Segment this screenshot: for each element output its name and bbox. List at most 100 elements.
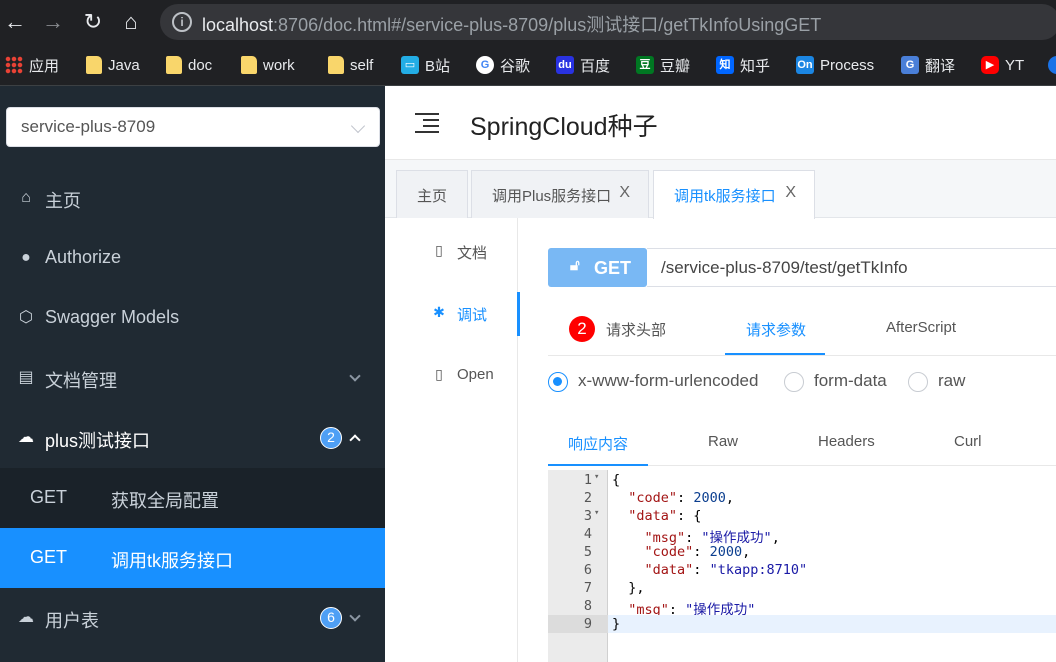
bookmark-apps[interactable]: 应用 (5, 54, 59, 76)
douban-icon: 豆 (636, 56, 654, 74)
bookmark-baidu[interactable]: du 百度 (556, 54, 610, 76)
google-icon: G (476, 56, 494, 74)
bug-icon: ✱ (433, 304, 445, 320)
apps-grid-icon (5, 56, 23, 74)
bookmarks-bar: 应用 Java doc work self ▭ B站 G 谷歌 du 百度 豆豆瓣 知… (0, 44, 1056, 86)
sidebar-item-home[interactable]: ⌂ 主页 (0, 168, 385, 228)
doc-manage-icon: ▤ (18, 369, 34, 386)
bookmark-work[interactable]: work (241, 54, 295, 76)
bookmark-processon[interactable]: On Process (796, 54, 874, 76)
chevron-down-icon (349, 370, 361, 382)
address-url[interactable]: localhost:8706/doc.html#/service-plus-87… (202, 11, 821, 37)
sidebar-item-authorize[interactable]: ● Authorize (0, 228, 385, 288)
home-icon: ⌂ (21, 189, 31, 206)
chevron-up-icon (349, 434, 361, 446)
fold-icon[interactable]: ▾ (594, 508, 599, 518)
bookmark-java[interactable]: Java (86, 54, 140, 76)
page-header: SpringCloud种子 (385, 86, 1056, 160)
docnav-document[interactable]: ▯ 文档 (385, 232, 518, 272)
radio-x-www-form-urlencoded[interactable]: x-www-form-urlencoded (548, 371, 768, 393)
globe-icon (1048, 56, 1056, 74)
address-bar[interactable]: i localhost:8706/doc.html#/service-plus-… (160, 4, 1056, 40)
bookmark-overflow[interactable] (1048, 54, 1056, 76)
service-select[interactable]: service-plus-8709 (6, 107, 380, 147)
bookmark-translate[interactable]: G 翻译 (901, 54, 955, 76)
tab-request-params[interactable]: 请求参数 (746, 319, 806, 340)
bookmark-youtube[interactable]: ▶ YT (981, 54, 1024, 76)
radio-raw[interactable]: raw (908, 371, 978, 393)
radio-circle (784, 372, 804, 392)
lock-icon: ● (21, 249, 31, 266)
request-tabs: 2 请求头部 请求参数 AfterScript (548, 300, 1056, 356)
code-line: 2 "code": 2000, (583, 490, 734, 506)
zhihu-icon: 知 (716, 56, 734, 74)
response-tabs: 响应内容 Raw Headers Curl (548, 420, 1056, 466)
sidebar-item-plus-api[interactable]: ☁ plus测试接口 2 (0, 408, 385, 468)
tab-home[interactable]: 主页 (396, 170, 468, 218)
tab-response-headers[interactable]: Headers (818, 433, 875, 450)
chevron-down-icon (350, 118, 366, 134)
code-line: 5 "code": 2000, (583, 544, 751, 560)
baidu-icon: du (556, 56, 574, 74)
bookmark-zhihu[interactable]: 知知乎 (716, 54, 770, 76)
cube-icon: ⬡ (19, 309, 33, 326)
forward-icon[interactable]: → (40, 9, 66, 35)
menu-toggle-icon[interactable] (415, 113, 439, 133)
tab-after-script[interactable]: AfterScript (886, 319, 956, 336)
bilibili-icon: ▭ (401, 56, 419, 74)
bookmark-douban[interactable]: 豆豆瓣 (636, 54, 690, 76)
doc-nav: ▯ 文档 ✱ 调试 ▯ Open (385, 218, 520, 662)
sidebar-subitem-call-tk-service[interactable]: GET 调用tk服务接口 (0, 528, 385, 588)
count-badge: 6 (320, 607, 342, 629)
file-icon: ▯ (435, 366, 443, 382)
active-tab-underline (548, 464, 648, 466)
header-count-badge: 2 (569, 316, 595, 342)
chevron-down-icon (349, 610, 361, 622)
send-get-button[interactable]: 🔓︎ GET (548, 248, 647, 287)
cloud-icon: ☁ (18, 609, 34, 626)
tab-response-content[interactable]: 响应内容 (568, 433, 628, 454)
tab-response-raw[interactable]: Raw (708, 433, 738, 450)
fold-icon[interactable]: ▾ (594, 472, 599, 482)
sidebar-item-doc-manage[interactable]: ▤ 文档管理 (0, 348, 385, 408)
bookmark-google[interactable]: G 谷歌 (476, 54, 530, 76)
close-icon[interactable]: X (619, 184, 630, 202)
back-icon[interactable]: ← (2, 9, 28, 35)
bookmark-doc[interactable]: doc (166, 54, 212, 76)
sidebar-subitem-get-global-config[interactable]: GET 获取全局配置 (0, 468, 385, 528)
tab-plus-service[interactable]: 调用Plus服务接口 X (471, 170, 649, 218)
bookmark-bilibili[interactable]: ▭ B站 (401, 54, 450, 76)
radio-circle (548, 372, 568, 392)
bookmark-self[interactable]: self (328, 54, 373, 76)
docnav-open[interactable]: ▯ Open (385, 356, 518, 396)
sidebar-item-swagger-models[interactable]: ⬡ Swagger Models (0, 288, 385, 348)
docnav-debug[interactable]: ✱ 调试 (385, 292, 520, 336)
radio-form-data[interactable]: form-data (784, 371, 894, 393)
code-line: 1 ▾ { (583, 472, 621, 488)
folder-icon (328, 56, 344, 74)
code-line: 7 }, (583, 580, 645, 596)
sidebar-item-user-table[interactable]: ☁ 用户表 6 (0, 588, 385, 648)
unlock-icon: 🔓︎ (570, 257, 580, 274)
page-title: SpringCloud种子 (470, 113, 658, 141)
request-url-input[interactable]: /service-plus-8709/test/getTkInfo (647, 248, 1056, 287)
radio-circle (908, 372, 928, 392)
youtube-icon: ▶ (981, 56, 999, 74)
folder-icon (86, 56, 102, 74)
home-icon[interactable]: ⌂ (118, 9, 144, 35)
reload-icon[interactable]: ↻ (80, 9, 106, 35)
close-icon[interactable]: X (785, 184, 796, 202)
code-line: 8 "msg": "操作成功" (583, 598, 756, 618)
site-info-icon[interactable]: i (172, 12, 192, 32)
folder-icon (241, 56, 257, 74)
translate-icon: G (901, 56, 919, 74)
tab-tk-service[interactable]: 调用tk服务接口 X (653, 170, 815, 219)
tab-bar: 主页 调用Plus服务接口 X 调用tk服务接口 X (385, 160, 1056, 219)
folder-icon (166, 56, 182, 74)
document-icon: ▯ (435, 242, 443, 258)
tab-response-curl[interactable]: Curl (954, 433, 982, 450)
count-badge: 2 (320, 427, 342, 449)
tab-request-headers[interactable]: 请求头部 (606, 319, 666, 340)
code-line: 3 ▾ "data": { (583, 508, 702, 524)
response-editor[interactable]: 1 ▾ { 2 "code": 2000, 3 ▾ "data": { 4 "msg… (548, 470, 1056, 662)
